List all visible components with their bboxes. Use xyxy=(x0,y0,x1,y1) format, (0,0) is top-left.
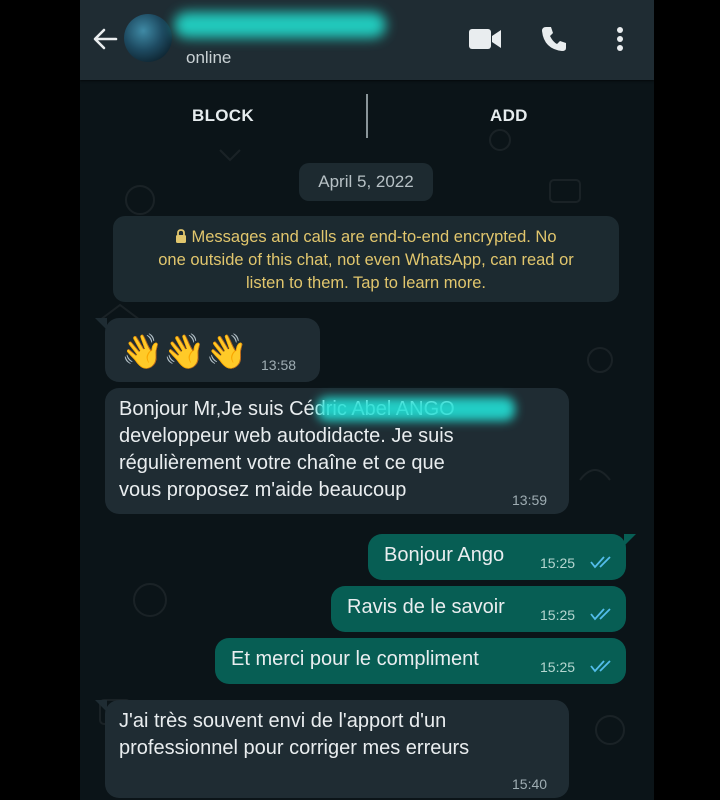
phone-call-icon[interactable] xyxy=(540,25,568,53)
video-call-icon[interactable] xyxy=(468,26,502,52)
message-time: 13:58 xyxy=(261,357,297,373)
message-time: 13:59 xyxy=(512,492,548,508)
date-separator: April 5, 2022 xyxy=(299,163,433,201)
chat-header: online xyxy=(80,0,654,80)
contact-avatar[interactable] xyxy=(124,14,172,62)
message-time: 15:25 xyxy=(540,607,576,623)
message-text: developpeur web autodidacte. Je suis xyxy=(119,425,454,447)
incoming-message[interactable]: 👋👋👋 13:58 xyxy=(95,318,320,382)
message-text: Et merci pour le compliment xyxy=(231,648,479,670)
message-text: Bonjour Ango xyxy=(384,544,505,566)
message-text: professionnel pour corriger mes erreurs xyxy=(119,737,470,759)
unknown-contact-actions: BLOCK ADD xyxy=(80,80,654,152)
message-time: 15:25 xyxy=(540,555,576,571)
encryption-notice[interactable]: Messages and calls are end-to-end encryp… xyxy=(113,216,619,302)
read-ticks-icon xyxy=(590,660,611,673)
contact-name-redacted[interactable] xyxy=(174,12,386,38)
outgoing-message[interactable]: Ravis de le savoir 15:25 xyxy=(331,586,626,632)
more-options-icon[interactable] xyxy=(608,25,632,53)
message-time: 15:25 xyxy=(540,659,576,675)
back-arrow-icon[interactable] xyxy=(92,26,118,52)
message-text: vous proposez m'aide beaucoup xyxy=(119,479,407,501)
action-divider xyxy=(366,94,368,138)
outgoing-message[interactable]: Bonjour Ango 15:25 xyxy=(368,534,636,580)
message-text: 👋👋👋 xyxy=(121,333,249,371)
encryption-line: Messages and calls are end-to-end encryp… xyxy=(113,226,619,249)
read-ticks-icon xyxy=(590,608,611,621)
message-text: régulièrement votre chaîne et ce que xyxy=(119,452,445,474)
lock-icon xyxy=(176,229,187,243)
message-text: J'ai très souvent envi de l'apport d'un xyxy=(119,710,447,732)
outgoing-message[interactable]: Et merci pour le compliment 15:25 xyxy=(215,638,626,684)
encryption-line: one outside of this chat, not even Whats… xyxy=(158,251,574,269)
message-time: 15:40 xyxy=(512,776,548,792)
incoming-message[interactable]: Bonjour Mr,Je suis Cédric Abel ANGO deve… xyxy=(105,388,569,514)
message-text: Ravis de le savoir xyxy=(347,596,505,618)
incoming-message[interactable]: J'ai très souvent envi de l'apport d'un … xyxy=(95,700,569,798)
block-button[interactable]: BLOCK xyxy=(192,106,254,126)
contact-status: online xyxy=(186,48,232,67)
encryption-line: listen to them. Tap to learn more. xyxy=(246,274,486,292)
chat-screen: online BLOCK ADD April 5, 2022 Messages … xyxy=(80,0,654,800)
read-ticks-icon xyxy=(590,556,611,569)
name-redaction xyxy=(317,397,515,421)
add-contact-button[interactable]: ADD xyxy=(490,106,528,126)
